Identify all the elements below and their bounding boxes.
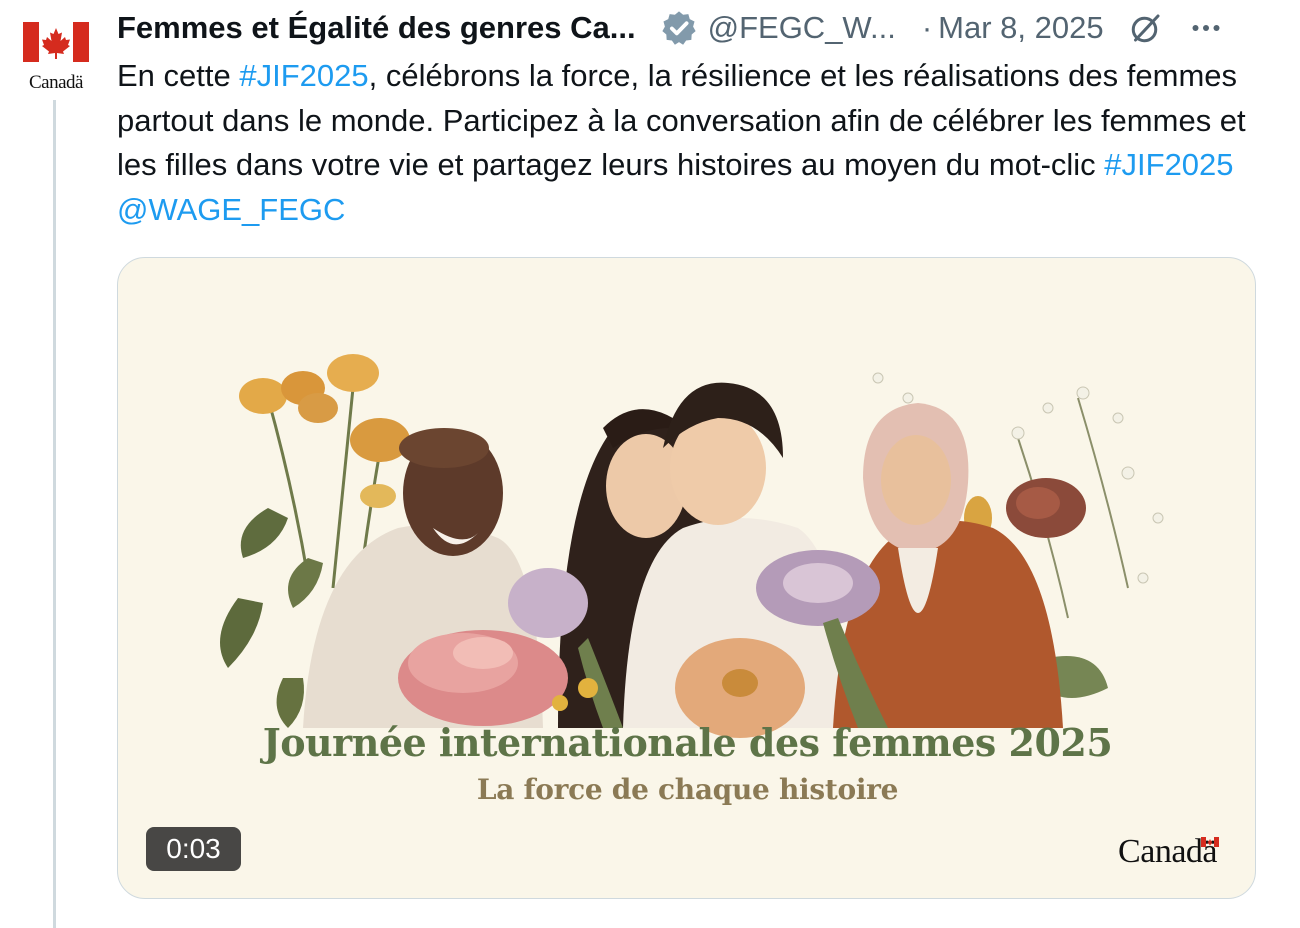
hashtag-link[interactable]: #JIF2025: [239, 58, 368, 93]
video-player[interactable]: Journée internationale des femmes 2025 L…: [117, 257, 1256, 899]
canada-wordmark: Canadä: [1118, 833, 1219, 871]
author-handle[interactable]: @FEGC_W...: [708, 10, 896, 46]
tweet-text-segment: En cette: [117, 58, 240, 93]
video-subtitle: La force de chaque histoire: [476, 773, 899, 806]
avatar[interactable]: Canadä: [20, 18, 92, 93]
verified-badge-icon[interactable]: [660, 9, 698, 47]
canada-flag-icon: [23, 22, 89, 62]
thread-line: [53, 100, 56, 928]
author-name[interactable]: Femmes et Égalité des genres Ca...: [117, 10, 636, 46]
grok-icon[interactable]: [1128, 10, 1164, 46]
hashtag-link[interactable]: #JIF2025: [1104, 147, 1233, 182]
separator-dot: ·: [921, 10, 933, 45]
canada-flag-icon: [1201, 837, 1219, 847]
video-title: Journée internationale des femmes 2025: [262, 720, 1113, 765]
mention-link[interactable]: @WAGE_FEGC: [117, 192, 345, 227]
video-duration-badge: 0:03: [146, 827, 241, 871]
more-icon[interactable]: [1188, 10, 1224, 46]
tweet-date[interactable]: Mar 8, 2025: [938, 10, 1103, 46]
tweet-text: En cette #JIF2025, célébrons la force, l…: [117, 54, 1277, 232]
avatar-wordmark: Canadä: [29, 72, 83, 93]
tweet-header: Femmes et Égalité des genres Ca... @FEGC…: [117, 6, 1287, 50]
